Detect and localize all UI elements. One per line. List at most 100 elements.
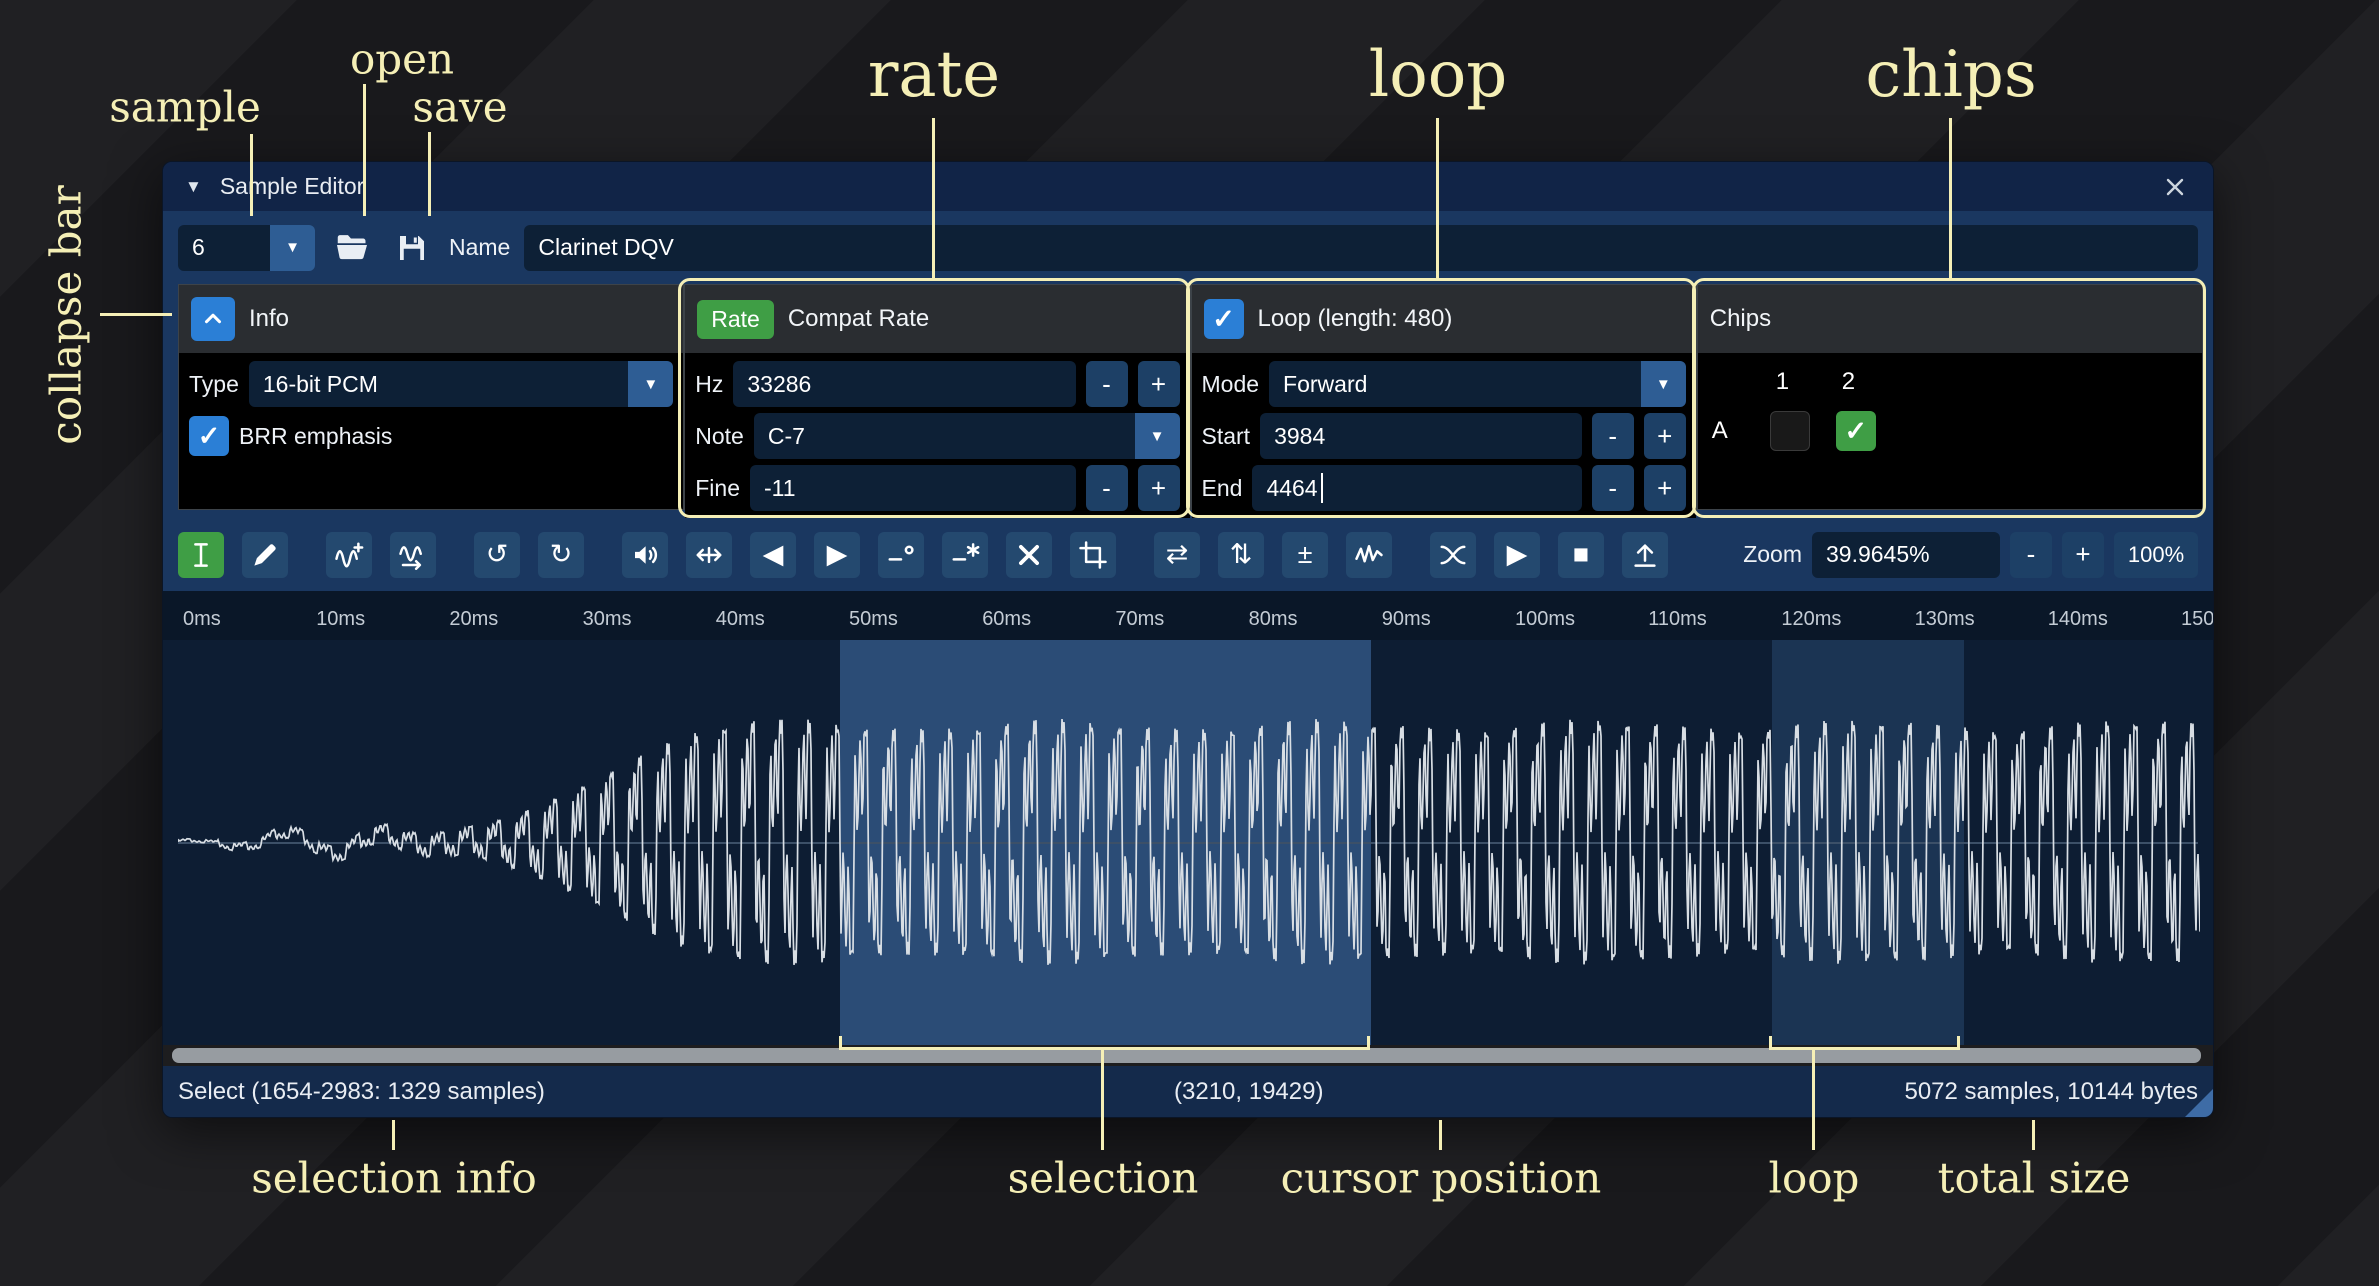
brr-emphasis-checkbox[interactable]: ✓ xyxy=(189,416,229,456)
ruler-label: 120ms xyxy=(1781,608,1841,631)
check-icon: ✓ xyxy=(198,423,221,450)
resize-grip[interactable] xyxy=(2185,1089,2213,1117)
annotation-chips: chips xyxy=(1865,38,2036,112)
stop-icon: ■ xyxy=(1573,541,1589,568)
waveform-svg xyxy=(178,640,2200,1045)
annotation-line-cursor-position xyxy=(1439,1120,1442,1150)
hz-minus-button[interactable]: - xyxy=(1086,361,1128,407)
crop-icon xyxy=(1078,540,1108,570)
zoom-label: Zoom xyxy=(1743,541,1802,568)
loop-end-input[interactable]: 4464 xyxy=(1252,465,1581,511)
ruler-label: 40ms xyxy=(716,608,765,631)
dropdown-arrow-icon[interactable]: ▼ xyxy=(270,225,315,271)
undo-button[interactable]: ↺ xyxy=(474,532,520,578)
zoom-reset-button[interactable]: 100% xyxy=(2114,532,2198,578)
delete-button[interactable] xyxy=(1006,532,1052,578)
reverse-button[interactable]: ⇄ xyxy=(1154,532,1200,578)
loop-enable-checkbox[interactable]: ✓ xyxy=(1204,299,1244,339)
invert-button[interactable]: ⇅ xyxy=(1218,532,1264,578)
check-icon: ✓ xyxy=(1212,306,1235,333)
rate-panel-header: Rate Compat Rate xyxy=(685,285,1189,353)
sample-selector[interactable]: 6 ▼ xyxy=(178,225,315,271)
fine-plus-button[interactable]: + xyxy=(1138,465,1180,511)
loop-panel-title: Loop (length: 480) xyxy=(1258,305,1453,333)
loop-start-plus-button[interactable]: + xyxy=(1644,413,1686,459)
loop-end-label: End xyxy=(1202,475,1243,502)
play-icon: ▶ xyxy=(1507,541,1528,568)
waveform-path xyxy=(178,719,2200,965)
loop-mode-dropdown[interactable]: Forward ▼ xyxy=(1269,361,1686,407)
window-collapse-icon[interactable]: ▼ xyxy=(185,177,202,197)
rate-badge[interactable]: Rate xyxy=(697,300,774,339)
resize-button[interactable] xyxy=(326,532,372,578)
redo-button[interactable]: ↻ xyxy=(538,532,584,578)
scrollbar-thumb[interactable] xyxy=(172,1048,2201,1063)
insert-silence-icon xyxy=(886,540,916,570)
pencil-icon xyxy=(250,540,280,570)
draw-tool-button[interactable] xyxy=(242,532,288,578)
dropdown-arrow-icon[interactable]: ▼ xyxy=(1135,413,1180,459)
amplify-button[interactable] xyxy=(622,532,668,578)
save-button[interactable] xyxy=(389,225,435,271)
titlebar[interactable]: ▼ Sample Editor xyxy=(163,162,2213,211)
ruler-label: 80ms xyxy=(1249,608,1298,631)
open-button[interactable] xyxy=(329,225,375,271)
loop-end-plus-button[interactable]: + xyxy=(1644,465,1686,511)
resample-button[interactable] xyxy=(390,532,436,578)
insert-silence-button[interactable] xyxy=(878,532,924,578)
filter-button[interactable] xyxy=(1346,532,1392,578)
type-dropdown[interactable]: 16-bit PCM ▼ xyxy=(249,361,673,407)
chip-column-2-label: 2 xyxy=(1830,368,1896,396)
apply-silence-button[interactable] xyxy=(942,532,988,578)
chip-a2-checkbox[interactable]: ✓ xyxy=(1836,411,1876,451)
hz-input[interactable]: 33286 xyxy=(733,361,1075,407)
crossfade-button[interactable] xyxy=(1430,532,1476,578)
chips-panel: Chips 1 2 A ✓ xyxy=(1697,284,2203,510)
fade-in-icon: ◀ xyxy=(763,541,784,568)
time-ruler[interactable]: 0ms10ms20ms30ms40ms50ms60ms70ms80ms90ms1… xyxy=(163,591,2213,640)
hz-plus-button[interactable]: + xyxy=(1138,361,1180,407)
sign-invert-button[interactable]: ± xyxy=(1282,532,1328,578)
sample-selector-value: 6 xyxy=(178,225,270,271)
collapse-info-button[interactable] xyxy=(191,297,235,341)
ibeam-cursor-icon xyxy=(186,540,216,570)
info-panel-header: Info xyxy=(179,285,683,353)
fade-out-button[interactable]: ▶ xyxy=(814,532,860,578)
ruler-label: 70ms xyxy=(1115,608,1164,631)
upload-sample-button[interactable] xyxy=(1622,532,1668,578)
wave-resize-icon xyxy=(334,540,364,570)
stop-preview-button[interactable]: ■ xyxy=(1558,532,1604,578)
dropdown-arrow-icon[interactable]: ▼ xyxy=(1641,361,1686,407)
zoom-input[interactable]: 39.9645% xyxy=(1812,532,2000,578)
waveform-display[interactable] xyxy=(163,640,2213,1045)
redo-icon: ↻ xyxy=(550,541,573,568)
name-label: Name xyxy=(449,234,510,261)
trim-button[interactable] xyxy=(1070,532,1116,578)
fine-minus-button[interactable]: - xyxy=(1086,465,1128,511)
status-cursor-position: (3210, 19429) xyxy=(1174,1078,1323,1106)
select-tool-button[interactable] xyxy=(178,532,224,578)
sample-row: 6 ▼ Name Clarinet DQV xyxy=(163,211,2213,284)
close-button[interactable] xyxy=(2159,171,2191,203)
close-icon xyxy=(2163,175,2187,199)
chip-a1-checkbox[interactable] xyxy=(1770,411,1810,451)
annotation-total-size: total size xyxy=(1938,1154,2131,1203)
edit-toolbar: ↺ ↻ ◀ ▶ ⇄ ⇅ ± ▶ ■ Zoom 39.9645% - + 100% xyxy=(163,518,2213,591)
dropdown-arrow-icon[interactable]: ▼ xyxy=(628,361,673,407)
normalize-button[interactable] xyxy=(686,532,732,578)
preview-button[interactable]: ▶ xyxy=(1494,532,1540,578)
fade-in-button[interactable]: ◀ xyxy=(750,532,796,578)
note-dropdown[interactable]: C-7 ▼ xyxy=(754,413,1180,459)
annotation-selection: selection xyxy=(1008,1154,1199,1203)
invert-icon: ⇅ xyxy=(1230,541,1253,568)
annotation-sample: sample xyxy=(109,83,261,132)
zoom-out-button[interactable]: - xyxy=(2010,532,2052,578)
loop-start-input[interactable]: 3984 xyxy=(1260,413,1582,459)
loop-end-minus-button[interactable]: - xyxy=(1592,465,1634,511)
ruler-label: 30ms xyxy=(583,608,632,631)
fine-input[interactable]: -11 xyxy=(750,465,1076,511)
zoom-in-button[interactable]: + xyxy=(2062,532,2104,578)
loop-start-minus-button[interactable]: - xyxy=(1592,413,1634,459)
horizontal-scrollbar[interactable] xyxy=(163,1045,2213,1066)
name-input[interactable]: Clarinet DQV xyxy=(524,225,2198,271)
